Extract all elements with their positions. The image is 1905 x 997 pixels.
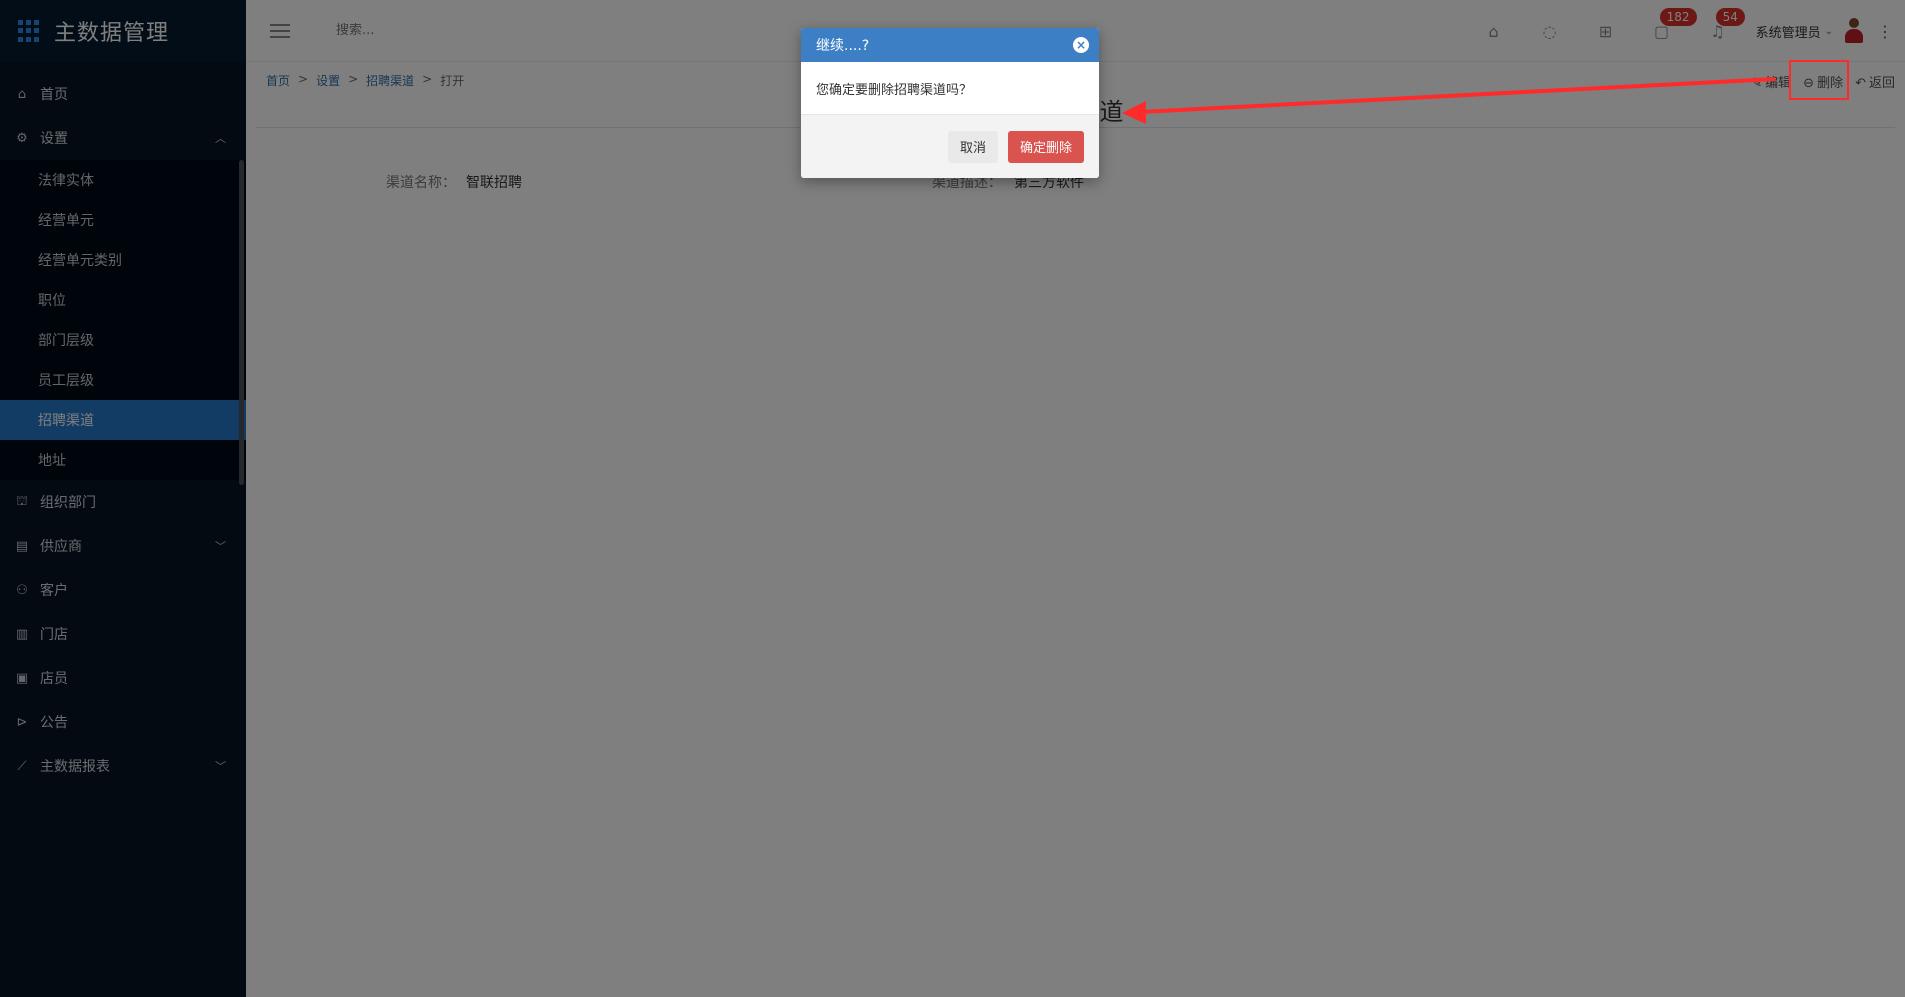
- dialog-body: 您确定要删除招聘渠道吗？: [801, 62, 1099, 114]
- confirm-delete-dialog: 继续....? × 您确定要删除招聘渠道吗？ 取消 确定删除: [801, 28, 1099, 178]
- confirm-delete-button[interactable]: 确定删除: [1007, 130, 1084, 163]
- dialog-title: 继续....?: [816, 38, 870, 54]
- annotation-highlight-box: [1789, 60, 1849, 100]
- cancel-button[interactable]: 取消: [947, 130, 998, 163]
- dialog-footer: 取消 确定删除: [801, 114, 1099, 178]
- dialog-header: 继续....? ×: [801, 28, 1099, 62]
- close-icon[interactable]: ×: [1073, 37, 1089, 53]
- dialog-message: 您确定要删除招聘渠道吗？: [816, 82, 973, 98]
